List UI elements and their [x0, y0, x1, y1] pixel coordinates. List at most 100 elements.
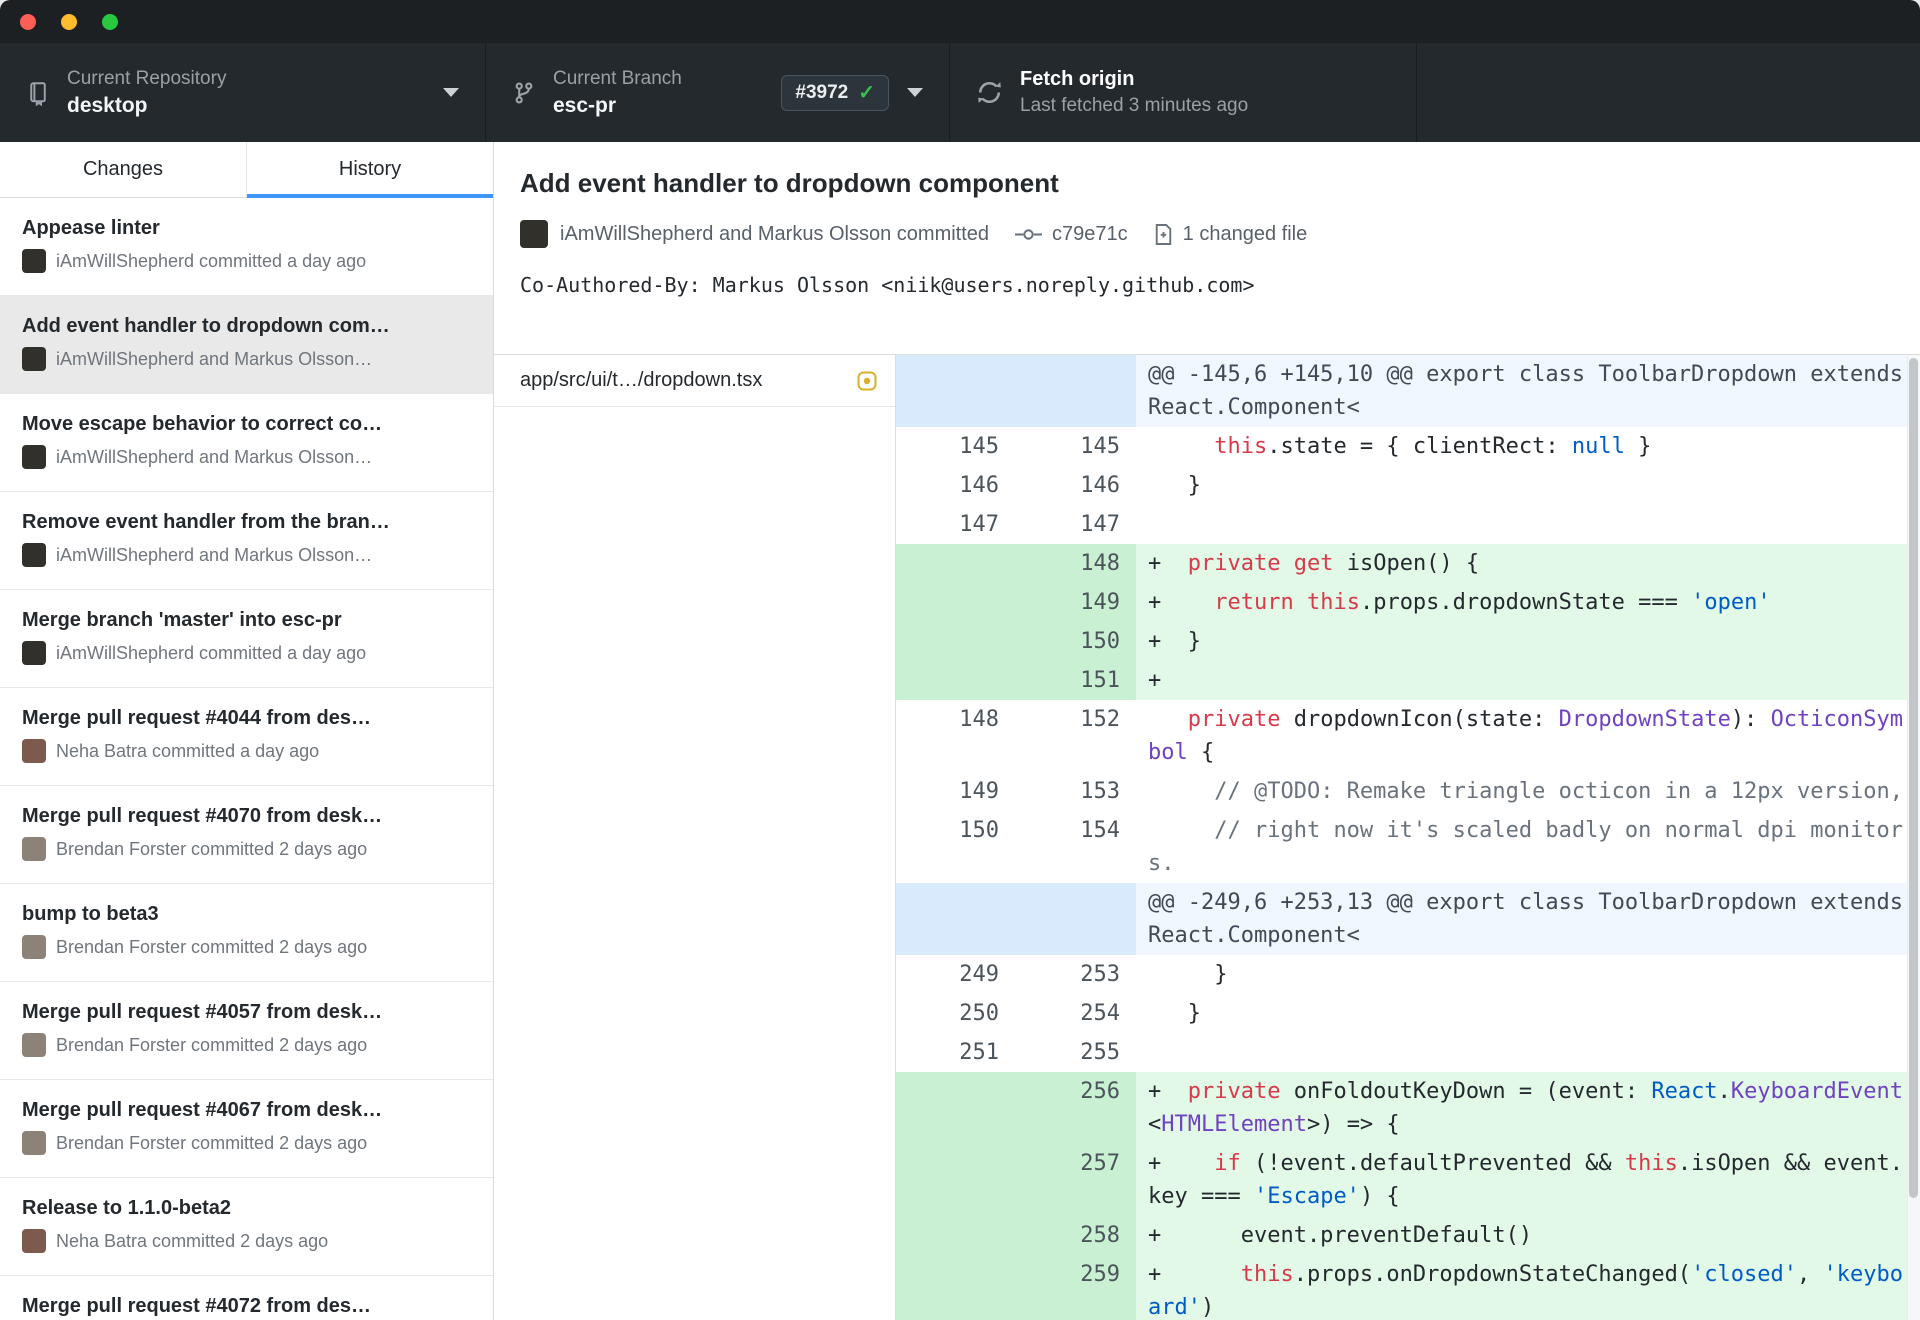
diff-row: 251 255	[896, 1033, 1920, 1072]
chevron-down-icon	[907, 88, 923, 97]
diff-view[interactable]: @@ -145,6 +145,10 @@ export class Toolba…	[896, 355, 1920, 1320]
diff-code-line: + if (!event.defaultPrevented && this.is…	[1136, 1144, 1920, 1216]
commit-meta-text: iAmWillShepherd and Markus Olsson…	[56, 348, 373, 369]
content: Changes History Appease linter iAmWillSh…	[0, 142, 1920, 1320]
diff-rows: @@ -145,6 +145,10 @@ export class Toolba…	[896, 355, 1920, 1320]
commit-title: Merge pull request #4070 from desk…	[22, 805, 383, 827]
commit-list-item[interactable]: Add event handler to dropdown com… iAmWi…	[0, 296, 493, 394]
fetch-origin-label: Fetch origin	[1020, 68, 1135, 90]
new-line-number: 154	[1080, 818, 1120, 843]
new-line-number: 153	[1080, 779, 1120, 804]
new-line-number: 152	[1080, 707, 1120, 732]
new-line-number: 255	[1080, 1040, 1120, 1065]
commit-list-item[interactable]: Appease linter iAmWillShepherd committed…	[0, 198, 493, 296]
commit-meta-text: Brendan Forster committed 2 days ago	[56, 1132, 368, 1153]
commit-byline: iAmWillShepherd and Markus Olsson commit…	[560, 222, 990, 245]
commit-list-item[interactable]: Merge pull request #4067 from desk… Bren…	[0, 1080, 493, 1178]
new-line-number: 253	[1080, 962, 1120, 987]
changed-files-count: 1 changed file	[1182, 222, 1308, 245]
commit-title: Appease linter	[22, 217, 160, 239]
diff-row: 249 253 }	[896, 955, 1920, 994]
diff-code-line	[1136, 1033, 1920, 1072]
app-window: Current Repository desktop Current Branc…	[0, 0, 1920, 1320]
commit-sha: c79e71c	[1052, 222, 1128, 245]
commit-list-item[interactable]: Merge pull request #4070 from desk… Bren…	[0, 786, 493, 884]
old-line-number: 147	[959, 512, 999, 537]
avatar	[22, 543, 46, 567]
commit-list-item[interactable]: Remove event handler from the bran… iAmW…	[0, 492, 493, 590]
diff-row: 258 + event.preventDefault()	[896, 1216, 1920, 1255]
commit-title: Add event handler to dropdown com…	[22, 315, 390, 337]
close-button[interactable]	[20, 13, 36, 30]
diff-code-line: }	[1148, 1001, 1201, 1026]
commit-meta-row: iAmWillShepherd and Markus Olsson commit…	[520, 220, 1892, 248]
old-line-number: 148	[959, 707, 999, 732]
diff-icon	[1154, 223, 1173, 246]
minimize-button[interactable]	[61, 13, 77, 30]
old-line-number: 251	[959, 1040, 999, 1065]
tab-changes[interactable]: Changes	[0, 142, 247, 197]
changed-files-group: 1 changed file	[1154, 222, 1308, 246]
commit-list[interactable]: Appease linter iAmWillShepherd committed…	[0, 198, 493, 1320]
commit-summary-title: Add event handler to dropdown component	[520, 168, 1059, 198]
file-header[interactable]: app/src/ui/t…/dropdown.tsx	[494, 355, 895, 407]
diff-row: 149 153 // @TODO: Remake triangle octico…	[896, 772, 1920, 811]
diff-row: @@ -145,6 +145,10 @@ export class Toolba…	[896, 355, 1920, 427]
avatar	[22, 445, 46, 469]
pr-number-badge: #3972 ✓	[781, 74, 889, 111]
branch-switcher-button[interactable]: Current Branch esc-pr #3972 ✓	[486, 43, 950, 142]
commit-title: Merge pull request #4067 from desk…	[22, 1099, 383, 1121]
new-line-number: 149	[1015, 583, 1136, 622]
commit-title: Merge pull request #4057 from desk…	[22, 1001, 383, 1023]
repository-switcher-button[interactable]: Current Repository desktop	[0, 43, 486, 142]
commit-meta-text: Brendan Forster committed 2 days ago	[56, 1034, 368, 1055]
commit-list-item[interactable]: Merge pull request #4072 from des…	[0, 1276, 493, 1320]
commit-meta: iAmWillShepherd and Markus Olsson…	[22, 543, 471, 567]
new-line-number: 254	[1080, 1001, 1120, 1026]
git-branch-icon	[512, 80, 536, 106]
tab-history[interactable]: History	[247, 142, 493, 198]
commit-list-item[interactable]: Merge branch 'master' into esc-pr iAmWil…	[0, 590, 493, 688]
commit-meta: iAmWillShepherd and Markus Olsson…	[22, 347, 471, 371]
new-line-number: 257	[1015, 1144, 1136, 1216]
diff-code-line: + event.preventDefault()	[1136, 1216, 1920, 1255]
pr-number: #3972	[795, 81, 849, 103]
zoom-button[interactable]	[102, 13, 118, 30]
diff-code-line: private dropdownIcon(state: DropdownStat…	[1148, 707, 1904, 765]
old-line-number	[896, 1255, 1015, 1320]
diff-code-line	[1136, 505, 1920, 544]
commit-meta: Brendan Forster committed 2 days ago	[22, 1033, 471, 1057]
new-line-number	[1015, 355, 1136, 427]
diff-row: 147 147	[896, 505, 1920, 544]
old-line-number: 146	[959, 473, 999, 498]
scrollbar-track[interactable]	[1907, 355, 1920, 1320]
avatar	[22, 1033, 46, 1057]
commit-list-item[interactable]: Merge pull request #4044 from des… Neha …	[0, 688, 493, 786]
avatar	[22, 641, 46, 665]
diff-code-line: @@ -249,6 +253,13 @@ export class Toolba…	[1136, 883, 1920, 955]
commit-meta: Brendan Forster committed 2 days ago	[22, 935, 471, 959]
diff-row: 250 254 }	[896, 994, 1920, 1033]
commit-list-item[interactable]: Release to 1.1.0-beta2 Neha Batra commit…	[0, 1178, 493, 1276]
current-branch-label: Current Branch	[553, 67, 682, 89]
avatar	[22, 1229, 46, 1253]
commit-meta: iAmWillShepherd committed a day ago	[22, 641, 471, 665]
diff-code-line: }	[1148, 962, 1228, 987]
commit-meta: Neha Batra committed a day ago	[22, 739, 471, 763]
commit-description: Co-Authored-By: Markus Olsson <niik@user…	[520, 273, 1255, 297]
commit-list-item[interactable]: bump to beta3 Brendan Forster committed …	[0, 884, 493, 982]
fetch-origin-button[interactable]: Fetch origin Last fetched 3 minutes ago	[950, 43, 1417, 142]
titlebar	[0, 0, 1920, 43]
commit-list-item[interactable]: Move escape behavior to correct co… iAmW…	[0, 394, 493, 492]
scrollbar-thumb[interactable]	[1909, 358, 1918, 1198]
avatar	[22, 249, 46, 273]
old-line-number	[896, 622, 1015, 661]
chevron-down-icon	[443, 88, 459, 97]
check-icon: ✓	[858, 81, 875, 104]
commit-meta: Brendan Forster committed 2 days ago	[22, 837, 471, 861]
commit-meta-text: Brendan Forster committed 2 days ago	[56, 838, 368, 859]
avatar	[22, 1131, 46, 1155]
commit-list-item[interactable]: Merge pull request #4057 from desk… Bren…	[0, 982, 493, 1080]
commit-sha-group: c79e71c	[1015, 223, 1128, 246]
